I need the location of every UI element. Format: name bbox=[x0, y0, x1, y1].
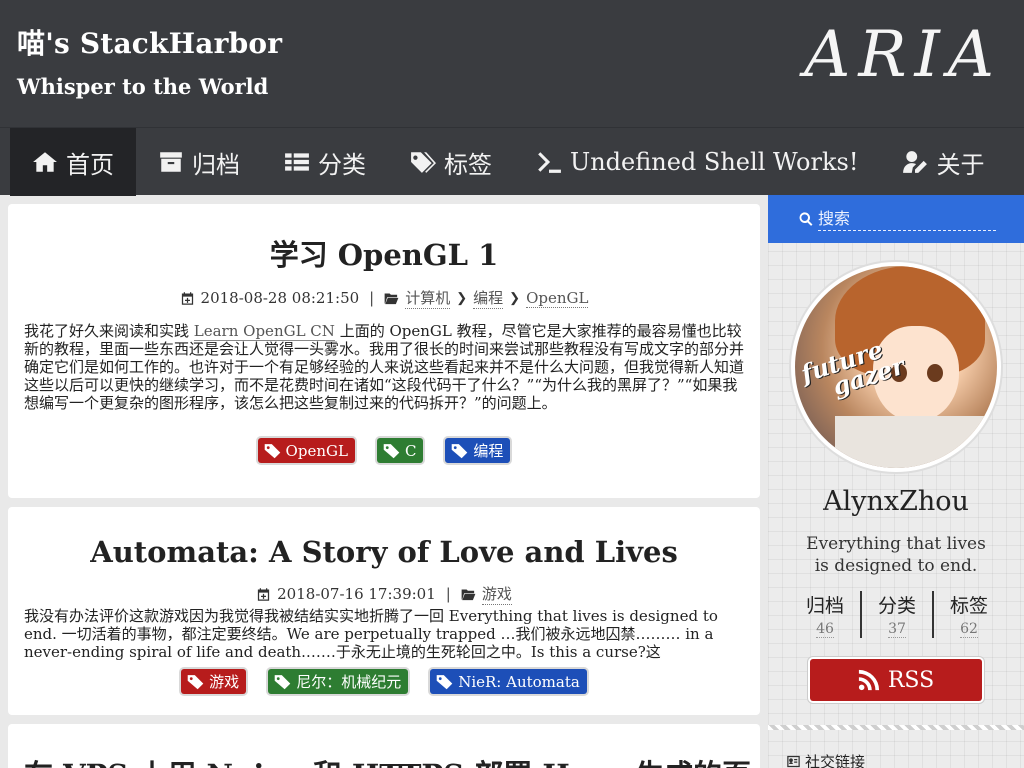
nav-item-label: 归档 bbox=[192, 150, 240, 179]
tag-label: 编程 bbox=[473, 442, 504, 460]
excerpt-text: 我花了好久来阅读和实践 bbox=[24, 322, 194, 340]
tag-icon bbox=[274, 675, 291, 690]
tag-label: C bbox=[404, 441, 417, 460]
avatar-shirt bbox=[835, 416, 985, 468]
site-header: 喵's StackHarbor Whisper to the World ARI… bbox=[0, 0, 1024, 127]
search-bar bbox=[768, 195, 1024, 243]
nav-item-about[interactable]: 关于 bbox=[880, 128, 1006, 196]
chevron-right-icon: ❯ bbox=[456, 290, 468, 306]
site-subtitle: Whisper to the World bbox=[17, 74, 269, 99]
stat-count: 37 bbox=[888, 621, 906, 638]
user-edit-icon bbox=[903, 151, 928, 173]
post-list: 学习 OpenGL 1 2018-08-28 08:21:50 | 计算机 ❯ … bbox=[8, 204, 760, 768]
avatar[interactable]: future gazer bbox=[791, 262, 1001, 472]
stat-label: 标签 bbox=[949, 595, 988, 617]
site-stats: 归档 46 分类 37 标签 62 bbox=[790, 591, 1004, 638]
post-meta: 2018-08-28 08:21:50 | 计算机 ❯ 编程 ❯ OpenGL bbox=[24, 284, 744, 312]
folder-open-icon bbox=[461, 589, 476, 600]
tag-nier-automata[interactable]: NieR: Automata bbox=[430, 669, 587, 694]
nav-item-tags[interactable]: 标签 bbox=[388, 128, 514, 196]
tag-icon bbox=[187, 675, 204, 690]
archive-icon bbox=[160, 152, 182, 172]
tag-icon bbox=[264, 444, 280, 459]
post-excerpt: 我没有办法评价这款游戏因为我觉得我被结结实实地折腾了一回 Everything … bbox=[24, 607, 718, 661]
post-tags: 游戏 尼尔：机械纪元 NieR: Automata bbox=[24, 669, 744, 694]
home-icon bbox=[33, 152, 57, 172]
nav-item-label: Undefined Shell Works! bbox=[570, 148, 859, 176]
tag-nier-zh[interactable]: 尼尔：机械纪元 bbox=[268, 669, 409, 694]
stat-archives[interactable]: 归档 46 bbox=[790, 591, 862, 638]
tag-opengl[interactable]: OpenGL bbox=[257, 438, 355, 463]
avatar-image: future gazer bbox=[795, 266, 997, 468]
tag-label: 尼尔：机械纪元 bbox=[296, 673, 402, 691]
avatar-eye bbox=[927, 364, 943, 382]
stat-count: 62 bbox=[960, 621, 978, 638]
rss-label: RSS bbox=[887, 667, 935, 693]
tag-icon bbox=[436, 675, 453, 690]
tag-label: 游戏 bbox=[209, 673, 240, 691]
author-motto: Everything that lives is designed to end… bbox=[806, 534, 986, 576]
post-title[interactable]: Automata: A Story of Love and Lives bbox=[24, 507, 744, 581]
terminal-icon bbox=[538, 152, 561, 173]
search-input[interactable] bbox=[818, 207, 996, 231]
rss-icon bbox=[858, 669, 879, 691]
sidebar: future gazer AlynxZhou Everything that l… bbox=[768, 195, 1024, 768]
tag-icon bbox=[452, 444, 468, 459]
sidebar-divider bbox=[768, 725, 1024, 730]
chevron-right-icon: ❯ bbox=[509, 290, 521, 306]
nav-item-label: 首页 bbox=[66, 150, 114, 179]
calendar-plus-icon bbox=[258, 587, 270, 601]
stat-categories[interactable]: 分类 37 bbox=[862, 591, 934, 638]
category-link[interactable]: 游戏 bbox=[481, 583, 512, 605]
category-link[interactable]: 编程 bbox=[473, 287, 504, 309]
meta-separator: | bbox=[369, 289, 375, 307]
site-logo: ARIA bbox=[804, 18, 1002, 92]
search-icon bbox=[799, 212, 813, 226]
social-links-heading: 社交链接 bbox=[786, 751, 865, 768]
main-nav: 首页 归档 分类 标签 Undefined Shell Works! 关于 bbox=[0, 127, 1024, 196]
tag-c[interactable]: C bbox=[376, 438, 424, 463]
stat-count: 46 bbox=[816, 621, 834, 638]
tag-label: OpenGL bbox=[285, 441, 348, 460]
stat-tags[interactable]: 标签 62 bbox=[934, 591, 1004, 638]
stat-label: 分类 bbox=[877, 595, 916, 617]
meta-separator: | bbox=[445, 585, 451, 603]
stat-label: 归档 bbox=[805, 595, 844, 617]
folder-open-icon bbox=[384, 293, 399, 304]
tag-icon bbox=[383, 444, 400, 459]
tags-icon bbox=[411, 152, 436, 173]
social-links-label: 社交链接 bbox=[805, 753, 866, 768]
category-link[interactable]: OpenGL bbox=[526, 289, 589, 308]
nav-item-home[interactable]: 首页 bbox=[10, 128, 136, 196]
post-title[interactable]: 学习 OpenGL 1 bbox=[24, 204, 744, 284]
post-card: 学习 OpenGL 1 2018-08-28 08:21:50 | 计算机 ❯ … bbox=[8, 204, 760, 498]
tag-games[interactable]: 游戏 bbox=[181, 669, 247, 694]
site-title[interactable]: 喵's StackHarbor bbox=[17, 22, 282, 62]
nav-item-categories[interactable]: 分类 bbox=[262, 128, 388, 196]
post-title[interactable]: 在 VPS 上用 Nginx 和 HTTPS 部署 Hexo 生成的页 bbox=[24, 724, 751, 768]
post-tags: OpenGL C 编程 bbox=[24, 438, 744, 463]
nav-item-label: 标签 bbox=[444, 150, 492, 179]
list-icon bbox=[285, 153, 309, 171]
post-date: 2018-08-28 08:21:50 bbox=[200, 289, 360, 307]
tag-programming[interactable]: 编程 bbox=[445, 438, 511, 463]
post-card: 在 VPS 上用 Nginx 和 HTTPS 部署 Hexo 生成的页 bbox=[8, 724, 760, 768]
nav-item-label: 关于 bbox=[936, 150, 985, 179]
tag-label: NieR: Automata bbox=[458, 672, 580, 691]
post-date: 2018-07-16 17:39:01 bbox=[277, 585, 436, 603]
address-card-icon bbox=[787, 755, 800, 768]
rss-button[interactable]: RSS bbox=[810, 659, 982, 701]
nav-item-shell-works[interactable]: Undefined Shell Works! bbox=[514, 128, 880, 196]
category-link[interactable]: 计算机 bbox=[405, 287, 451, 309]
learn-opengl-link[interactable]: Learn OpenGL CN bbox=[193, 322, 335, 341]
post-excerpt: 我花了好久来阅读和实践 Learn OpenGL CN 上面的 OpenGL 教… bbox=[24, 322, 744, 438]
post-card: Automata: A Story of Love and Lives 2018… bbox=[8, 507, 760, 715]
post-meta: 2018-07-16 17:39:01 | 游戏 bbox=[24, 581, 744, 607]
nav-item-label: 分类 bbox=[318, 150, 366, 179]
author-name: AlynxZhou bbox=[823, 486, 969, 517]
calendar-plus-icon bbox=[181, 291, 193, 305]
nav-item-archive[interactable]: 归档 bbox=[136, 128, 262, 196]
